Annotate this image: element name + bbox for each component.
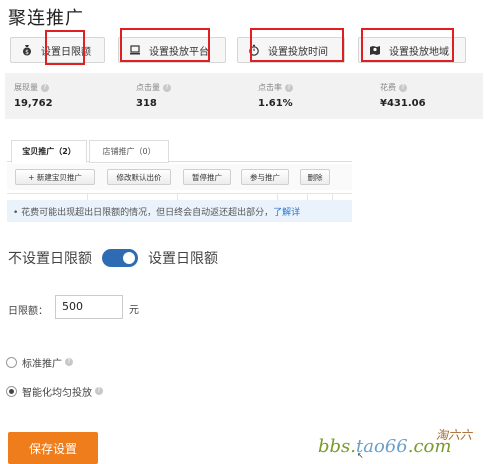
toggle-knob xyxy=(123,252,135,264)
highlight-box xyxy=(45,30,85,65)
stat-ctr: 点击率? 1.61% xyxy=(249,73,367,119)
stat-clicks: 点击量? 318 xyxy=(127,73,245,119)
help-icon[interactable]: ? xyxy=(65,358,73,366)
watermark-domain: bbs.tao66.com xyxy=(318,436,452,457)
tab-store-promotion[interactable]: 店铺推广（0） xyxy=(89,140,169,163)
stat-label: 点击量 xyxy=(136,83,160,92)
notice-text: • 花费可能出现超出日限额的情况，但日终会自动返还超出部分， xyxy=(13,207,274,218)
help-icon[interactable]: ? xyxy=(41,83,49,92)
set-limit-label: 设置日限额 xyxy=(148,251,218,267)
notice-banner: • 花费可能出现超出日限额的情况，但日终会自动返还超出部分， 了解详 xyxy=(7,200,352,222)
radio-button[interactable] xyxy=(6,356,17,368)
stat-label: 展现量 xyxy=(14,83,38,92)
stat-value: 318 xyxy=(136,98,157,109)
stat-value: ¥431.06 xyxy=(380,98,426,109)
learn-more-link[interactable]: 了解详 xyxy=(273,205,300,218)
stat-label: 点击率 xyxy=(258,83,282,92)
new-item-promotion-button[interactable]: + 新建宝贝推广 xyxy=(15,169,95,185)
help-icon[interactable]: ? xyxy=(163,83,171,92)
page-title: 聚连推广 xyxy=(8,8,84,29)
help-icon[interactable]: ? xyxy=(95,387,103,395)
stats-bar: 展现量? 19,762 点击量? 318 点击率? 1.61% 花费? ¥431… xyxy=(5,73,483,119)
toolbar: + 新建宝贝推广 修改默认出价 暂停推广 参与推广 删除 xyxy=(7,164,352,190)
daily-limit-toggle[interactable] xyxy=(102,249,138,267)
join-promotion-button[interactable]: 参与推广 xyxy=(241,169,289,185)
save-button[interactable]: 保存设置 xyxy=(8,432,98,464)
option-label: 标准推广 xyxy=(22,358,62,370)
stat-label: 花费 xyxy=(380,83,396,92)
promotion-panel: 宝贝推广（2） 店铺推广（0） + 新建宝贝推广 修改默认出价 暂停推广 参与推… xyxy=(7,136,352,228)
tab-bar: 宝贝推广（2） 店铺推广（0） xyxy=(7,140,352,163)
smart-delivery-option[interactable]: 智能化均匀投放 ? xyxy=(6,383,103,399)
radio-button[interactable] xyxy=(6,385,17,397)
standard-delivery-option[interactable]: 标准推广 ? xyxy=(6,354,73,370)
option-label: 智能化均匀投放 xyxy=(22,387,92,399)
stat-value: 1.61% xyxy=(258,98,293,109)
help-icon[interactable]: ? xyxy=(285,83,293,92)
delete-button[interactable]: 删除 xyxy=(300,169,330,185)
tab-item-promotion[interactable]: 宝贝推广（2） xyxy=(11,140,87,163)
stat-impressions: 展现量? 19,762 xyxy=(5,73,123,119)
highlight-box xyxy=(361,28,454,62)
highlight-box xyxy=(120,28,210,62)
no-limit-label: 不设置日限额 xyxy=(8,251,92,267)
mouse-cursor-icon: ↖ xyxy=(357,451,364,460)
daily-limit-row: 不设置日限额 设置日限额 xyxy=(8,247,218,269)
edit-default-bid-button[interactable]: 修改默认出价 xyxy=(107,169,171,185)
amount-label: 日限额： xyxy=(8,306,48,317)
money-bag-icon: $ xyxy=(21,44,33,56)
stat-cost: 花费? ¥431.06 xyxy=(371,73,483,119)
daily-limit-input[interactable]: 500 xyxy=(55,295,123,319)
stat-value: 19,762 xyxy=(14,98,53,109)
watermark-brand: 淘六六 xyxy=(436,428,473,442)
help-icon[interactable]: ? xyxy=(399,83,407,92)
svg-text:$: $ xyxy=(25,49,29,56)
highlight-box xyxy=(250,28,344,62)
pause-promotion-button[interactable]: 暂停推广 xyxy=(183,169,231,185)
amount-unit: 元 xyxy=(129,305,139,316)
